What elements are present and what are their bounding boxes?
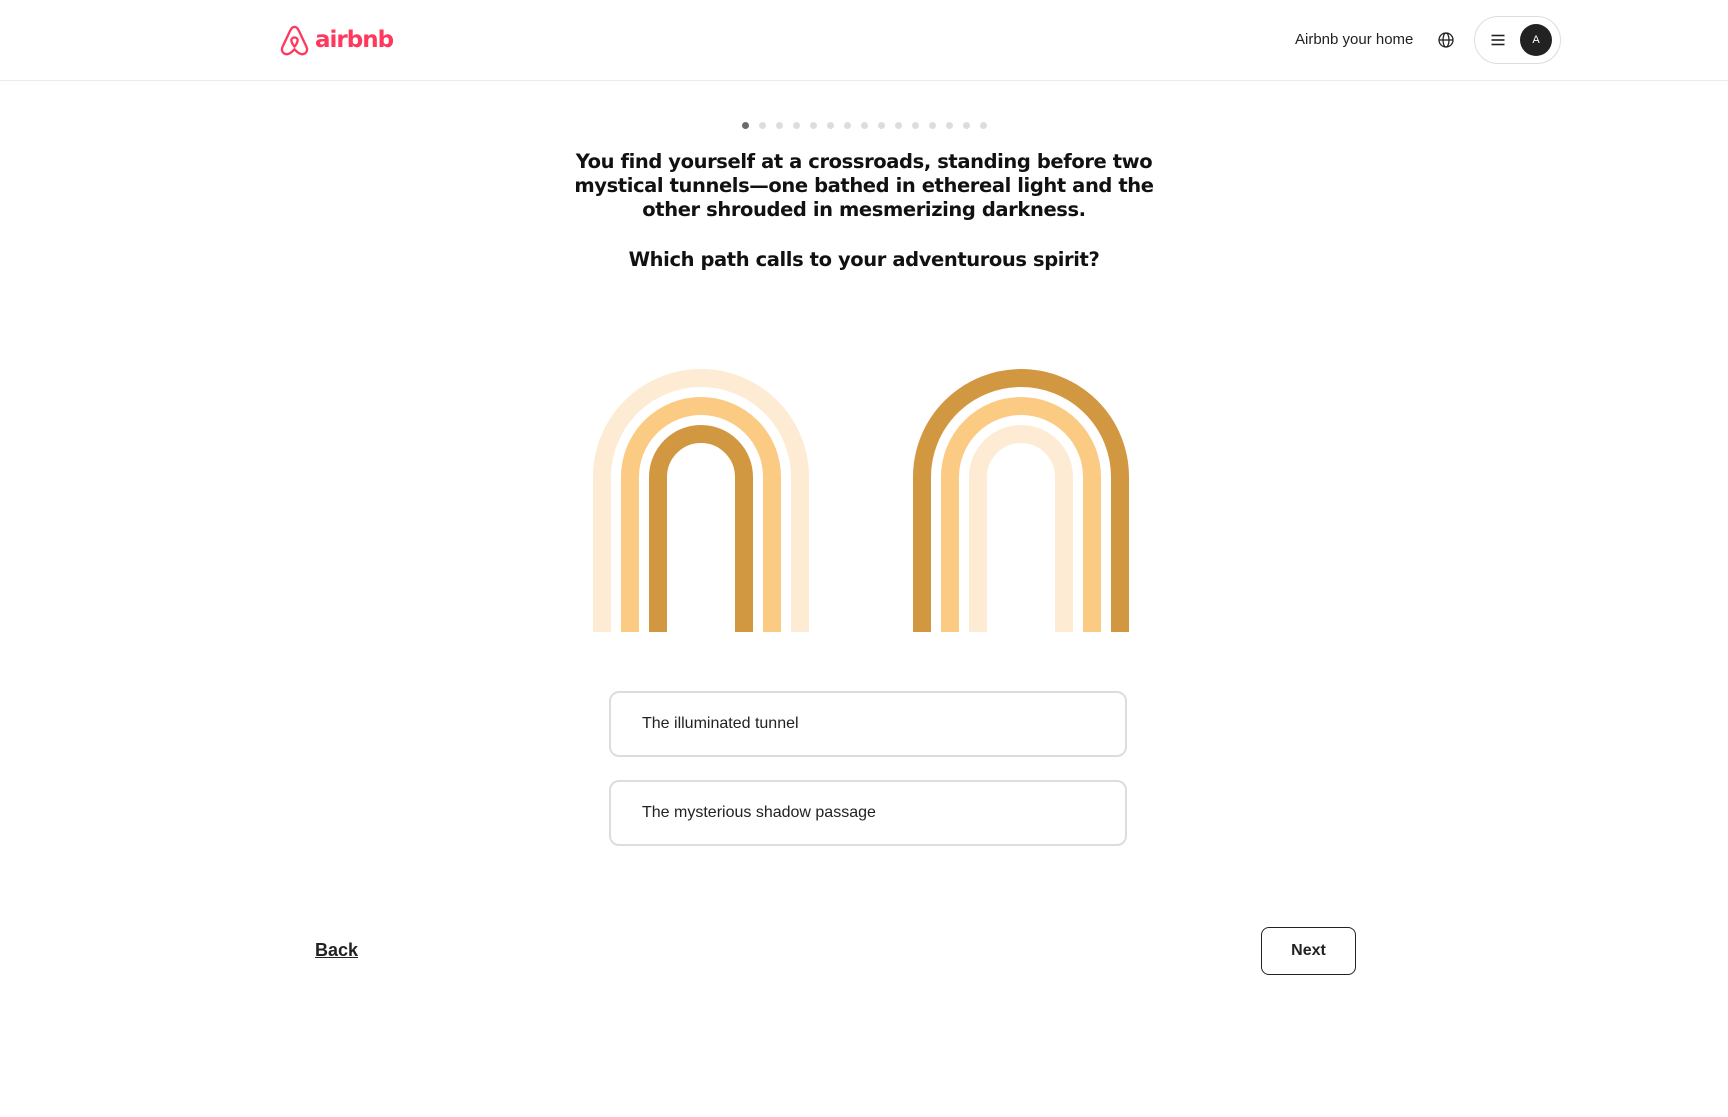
progress-dot: [962, 122, 970, 129]
option-illuminated-tunnel[interactable]: The illuminated tunnel: [609, 691, 1127, 757]
back-link[interactable]: Back: [315, 937, 358, 963]
progress-dot: [894, 122, 902, 129]
progress-dot: [843, 122, 851, 129]
tunnels-illustration: [593, 369, 1129, 632]
globe-icon: [1438, 32, 1454, 48]
user-menu-button[interactable]: A: [1474, 16, 1561, 64]
airbnb-your-home-link[interactable]: Airbnb your home: [1283, 24, 1425, 56]
menu-icon: [1491, 34, 1505, 46]
avatar: A: [1520, 24, 1552, 56]
progress-dot: [792, 122, 800, 129]
language-button[interactable]: [1429, 24, 1463, 56]
quiz-question: You find yourself at a crossroads, stand…: [574, 150, 1154, 221]
progress-dot: [809, 122, 817, 129]
progress-dot: [758, 122, 766, 129]
illuminated-tunnel-arch: [593, 369, 809, 632]
progress-dot: [775, 122, 783, 129]
progress-dot: [945, 122, 953, 129]
progress-dot: [979, 122, 987, 129]
next-button[interactable]: Next: [1261, 927, 1356, 975]
progress-dot: [877, 122, 885, 129]
logo-wordmark: airbnb: [315, 27, 394, 53]
top-header: airbnb Airbnb your home A: [0, 0, 1728, 81]
option-shadow-passage[interactable]: The mysterious shadow passage: [609, 780, 1127, 846]
progress-dot: [860, 122, 868, 129]
shadow-tunnel-arch: [913, 369, 1129, 632]
progress-dot: [741, 122, 749, 129]
progress-dot: [911, 122, 919, 129]
progress-dot: [826, 122, 834, 129]
airbnb-logo-icon: [280, 25, 309, 55]
quiz-prompt: Which path calls to your adventurous spi…: [628, 248, 1100, 271]
progress-dot: [928, 122, 936, 129]
step-progress: [0, 122, 1728, 129]
airbnb-logo[interactable]: airbnb: [279, 23, 394, 57]
